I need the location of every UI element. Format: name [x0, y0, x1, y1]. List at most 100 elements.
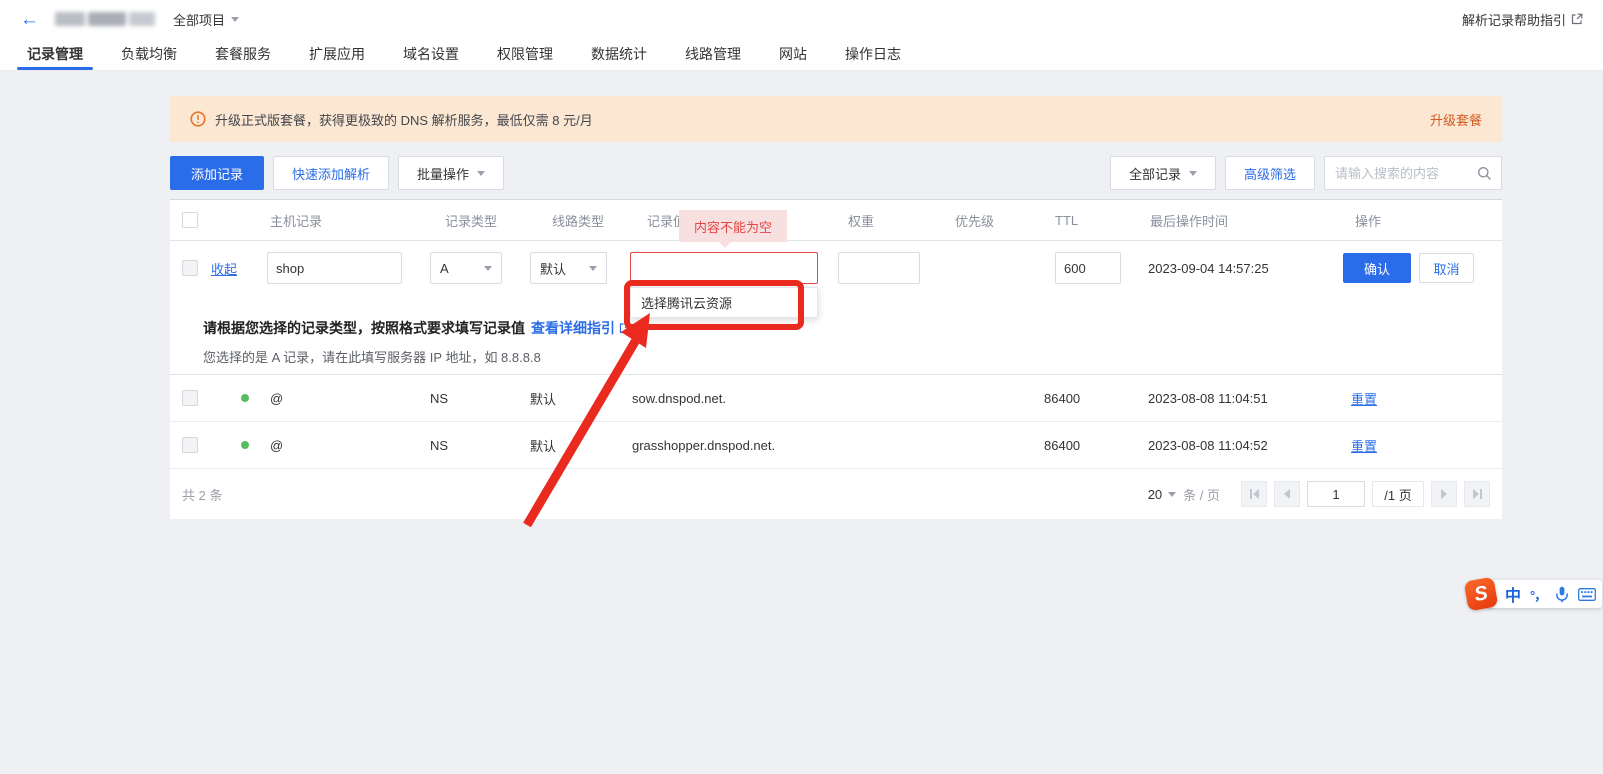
edit-row-time: 2023-09-04 14:57:25: [1148, 261, 1343, 276]
tab-extensions[interactable]: 扩展应用: [309, 38, 365, 70]
row-ttl: 86400: [1036, 391, 1148, 406]
page-size-value: 20: [1148, 487, 1162, 502]
pagination: 20 条 / 页 /1 页: [1148, 481, 1490, 507]
tab-bar: 记录管理 负载均衡 套餐服务 扩展应用 域名设置 权限管理 数据统计 线路管理 …: [0, 38, 1603, 71]
back-icon[interactable]: ←: [20, 10, 39, 29]
record-toolbar: 添加记录 快速添加解析 批量操作 全部记录 高级筛选: [170, 156, 1502, 190]
host-record-input[interactable]: [267, 252, 402, 284]
row-host: @: [267, 438, 430, 453]
row-line: 默认: [530, 389, 630, 408]
last-page-button[interactable]: [1464, 481, 1490, 507]
table-footer: 共 2 条 20 条 / 页 /1 页: [170, 469, 1502, 519]
upgrade-plan-link[interactable]: 升级套餐: [1430, 110, 1482, 129]
row-type: NS: [430, 391, 530, 406]
project-selector[interactable]: 全部项目: [173, 10, 239, 29]
chevron-down-icon: [589, 266, 597, 271]
top-bar: ← 全部项目 解析记录帮助指引: [0, 0, 1603, 38]
row-value: grasshopper.dnspod.net.: [630, 438, 838, 453]
keyboard-icon[interactable]: [1578, 588, 1596, 601]
search-icon[interactable]: [1477, 166, 1492, 181]
record-filter-select[interactable]: 全部记录: [1110, 156, 1216, 190]
add-record-button[interactable]: 添加记录: [170, 156, 264, 190]
domain-name-blurred: [55, 12, 155, 26]
project-selector-label: 全部项目: [173, 10, 225, 29]
line-type-select[interactable]: 默认: [530, 252, 607, 284]
prev-page-button[interactable]: [1274, 481, 1300, 507]
row-checkbox[interactable]: [182, 437, 198, 453]
col-header-time: 最后操作时间: [1148, 211, 1343, 230]
microphone-icon[interactable]: [1555, 586, 1569, 603]
ime-toolbar: S 中 °，: [1466, 578, 1602, 610]
tab-load-balance[interactable]: 负载均衡: [121, 38, 177, 70]
status-dot: [241, 394, 249, 402]
row-ttl: 86400: [1036, 438, 1148, 453]
search-input[interactable]: [1325, 166, 1471, 181]
ttl-input[interactable]: [1055, 252, 1121, 284]
validation-tooltip: 内容不能为空: [679, 210, 787, 242]
edit-record-row: 收起 A 默认 2023-09-04 14:57:25 确认 取消: [170, 241, 1502, 295]
help-bold-text: 请根据您选择的记录类型，按照格式要求填写记录值: [203, 318, 525, 338]
cancel-button[interactable]: 取消: [1419, 253, 1474, 283]
row-checkbox[interactable]: [182, 260, 198, 276]
col-header-weight: 权重: [838, 211, 938, 230]
help-sub-text: 您选择的是 A 记录，请在此填写服务器 IP 地址，如 8.8.8.8: [203, 347, 1502, 366]
next-page-button[interactable]: [1431, 481, 1457, 507]
warning-icon: [190, 111, 206, 127]
page-size-select[interactable]: 20: [1148, 487, 1176, 502]
tab-record-management[interactable]: 记录管理: [27, 38, 83, 70]
table-row: @ NS 默认 grasshopper.dnspod.net. 86400 20…: [170, 422, 1502, 469]
tab-plan-service[interactable]: 套餐服务: [215, 38, 271, 70]
row-time: 2023-08-08 11:04:52: [1148, 438, 1343, 453]
banner-text: 升级正式版套餐，获得更极致的 DNS 解析服务，最低仅需 8 元/月: [215, 110, 593, 129]
record-value-help: 请根据您选择的记录类型，按照格式要求填写记录值 查看详细指引 您选择的是 A 记…: [170, 295, 1502, 375]
tab-operation-log[interactable]: 操作日志: [845, 38, 901, 70]
batch-operation-label: 批量操作: [417, 164, 469, 183]
col-header-host: 主机记录: [267, 211, 430, 230]
detail-guide-label: 查看详细指引: [531, 318, 615, 338]
help-guide-link[interactable]: 解析记录帮助指引: [1462, 10, 1583, 29]
ime-punctuation-icon[interactable]: °，: [1530, 585, 1546, 604]
table-header-row: 主机记录 记录类型 线路类型 记录值 权重 优先级 TTL 最后操作时间 操作: [170, 199, 1502, 241]
total-pages-label: /1 页: [1372, 481, 1424, 507]
row-line: 默认: [530, 436, 630, 455]
table-row: @ NS 默认 sow.dnspod.net. 86400 2023-08-08…: [170, 375, 1502, 422]
tab-statistics[interactable]: 数据统计: [591, 38, 647, 70]
row-checkbox[interactable]: [182, 390, 198, 406]
collapse-link[interactable]: 收起: [211, 262, 237, 277]
upgrade-banner: 升级正式版套餐，获得更极致的 DNS 解析服务，最低仅需 8 元/月 升级套餐: [170, 96, 1502, 142]
tab-website[interactable]: 网站: [779, 38, 807, 70]
current-page-input[interactable]: [1307, 481, 1365, 507]
tab-line-management[interactable]: 线路管理: [685, 38, 741, 70]
status-dot: [241, 441, 249, 449]
col-header-priority: 优先级: [938, 211, 1036, 230]
col-header-line: 线路类型: [530, 211, 630, 230]
record-type-value: A: [440, 261, 449, 276]
batch-operation-button[interactable]: 批量操作: [398, 156, 504, 190]
detail-guide-link[interactable]: 查看详细指引: [531, 318, 631, 338]
reset-link[interactable]: 重置: [1343, 439, 1377, 454]
tab-permissions[interactable]: 权限管理: [497, 38, 553, 70]
row-time: 2023-08-08 11:04:51: [1148, 391, 1343, 406]
record-value-input[interactable]: [630, 252, 818, 284]
weight-input[interactable]: [838, 252, 920, 284]
reset-link[interactable]: 重置: [1343, 392, 1377, 407]
page-size-unit: 条 / 页: [1183, 485, 1220, 504]
row-value: sow.dnspod.net.: [630, 391, 838, 406]
col-header-action: 操作: [1343, 211, 1502, 230]
select-all-checkbox[interactable]: [182, 212, 198, 228]
external-link-icon: [1571, 13, 1583, 25]
help-guide-label: 解析记录帮助指引: [1462, 10, 1566, 29]
tab-domain-settings[interactable]: 域名设置: [403, 38, 459, 70]
quick-add-button[interactable]: 快速添加解析: [273, 156, 389, 190]
first-page-button[interactable]: [1241, 481, 1267, 507]
record-type-select[interactable]: A: [430, 252, 502, 284]
chevron-down-icon: [231, 17, 239, 22]
tencent-resource-dropdown-option[interactable]: 选择腾讯云资源: [630, 287, 818, 318]
confirm-button[interactable]: 确认: [1343, 253, 1411, 283]
advanced-filter-button[interactable]: 高级筛选: [1225, 156, 1315, 190]
main-content: 升级正式版套餐，获得更极致的 DNS 解析服务，最低仅需 8 元/月 升级套餐 …: [170, 71, 1502, 519]
ime-language-toggle[interactable]: 中: [1505, 582, 1521, 606]
chevron-down-icon: [477, 171, 485, 176]
row-host: @: [267, 391, 430, 406]
sogou-logo-icon[interactable]: S: [1464, 577, 1499, 612]
